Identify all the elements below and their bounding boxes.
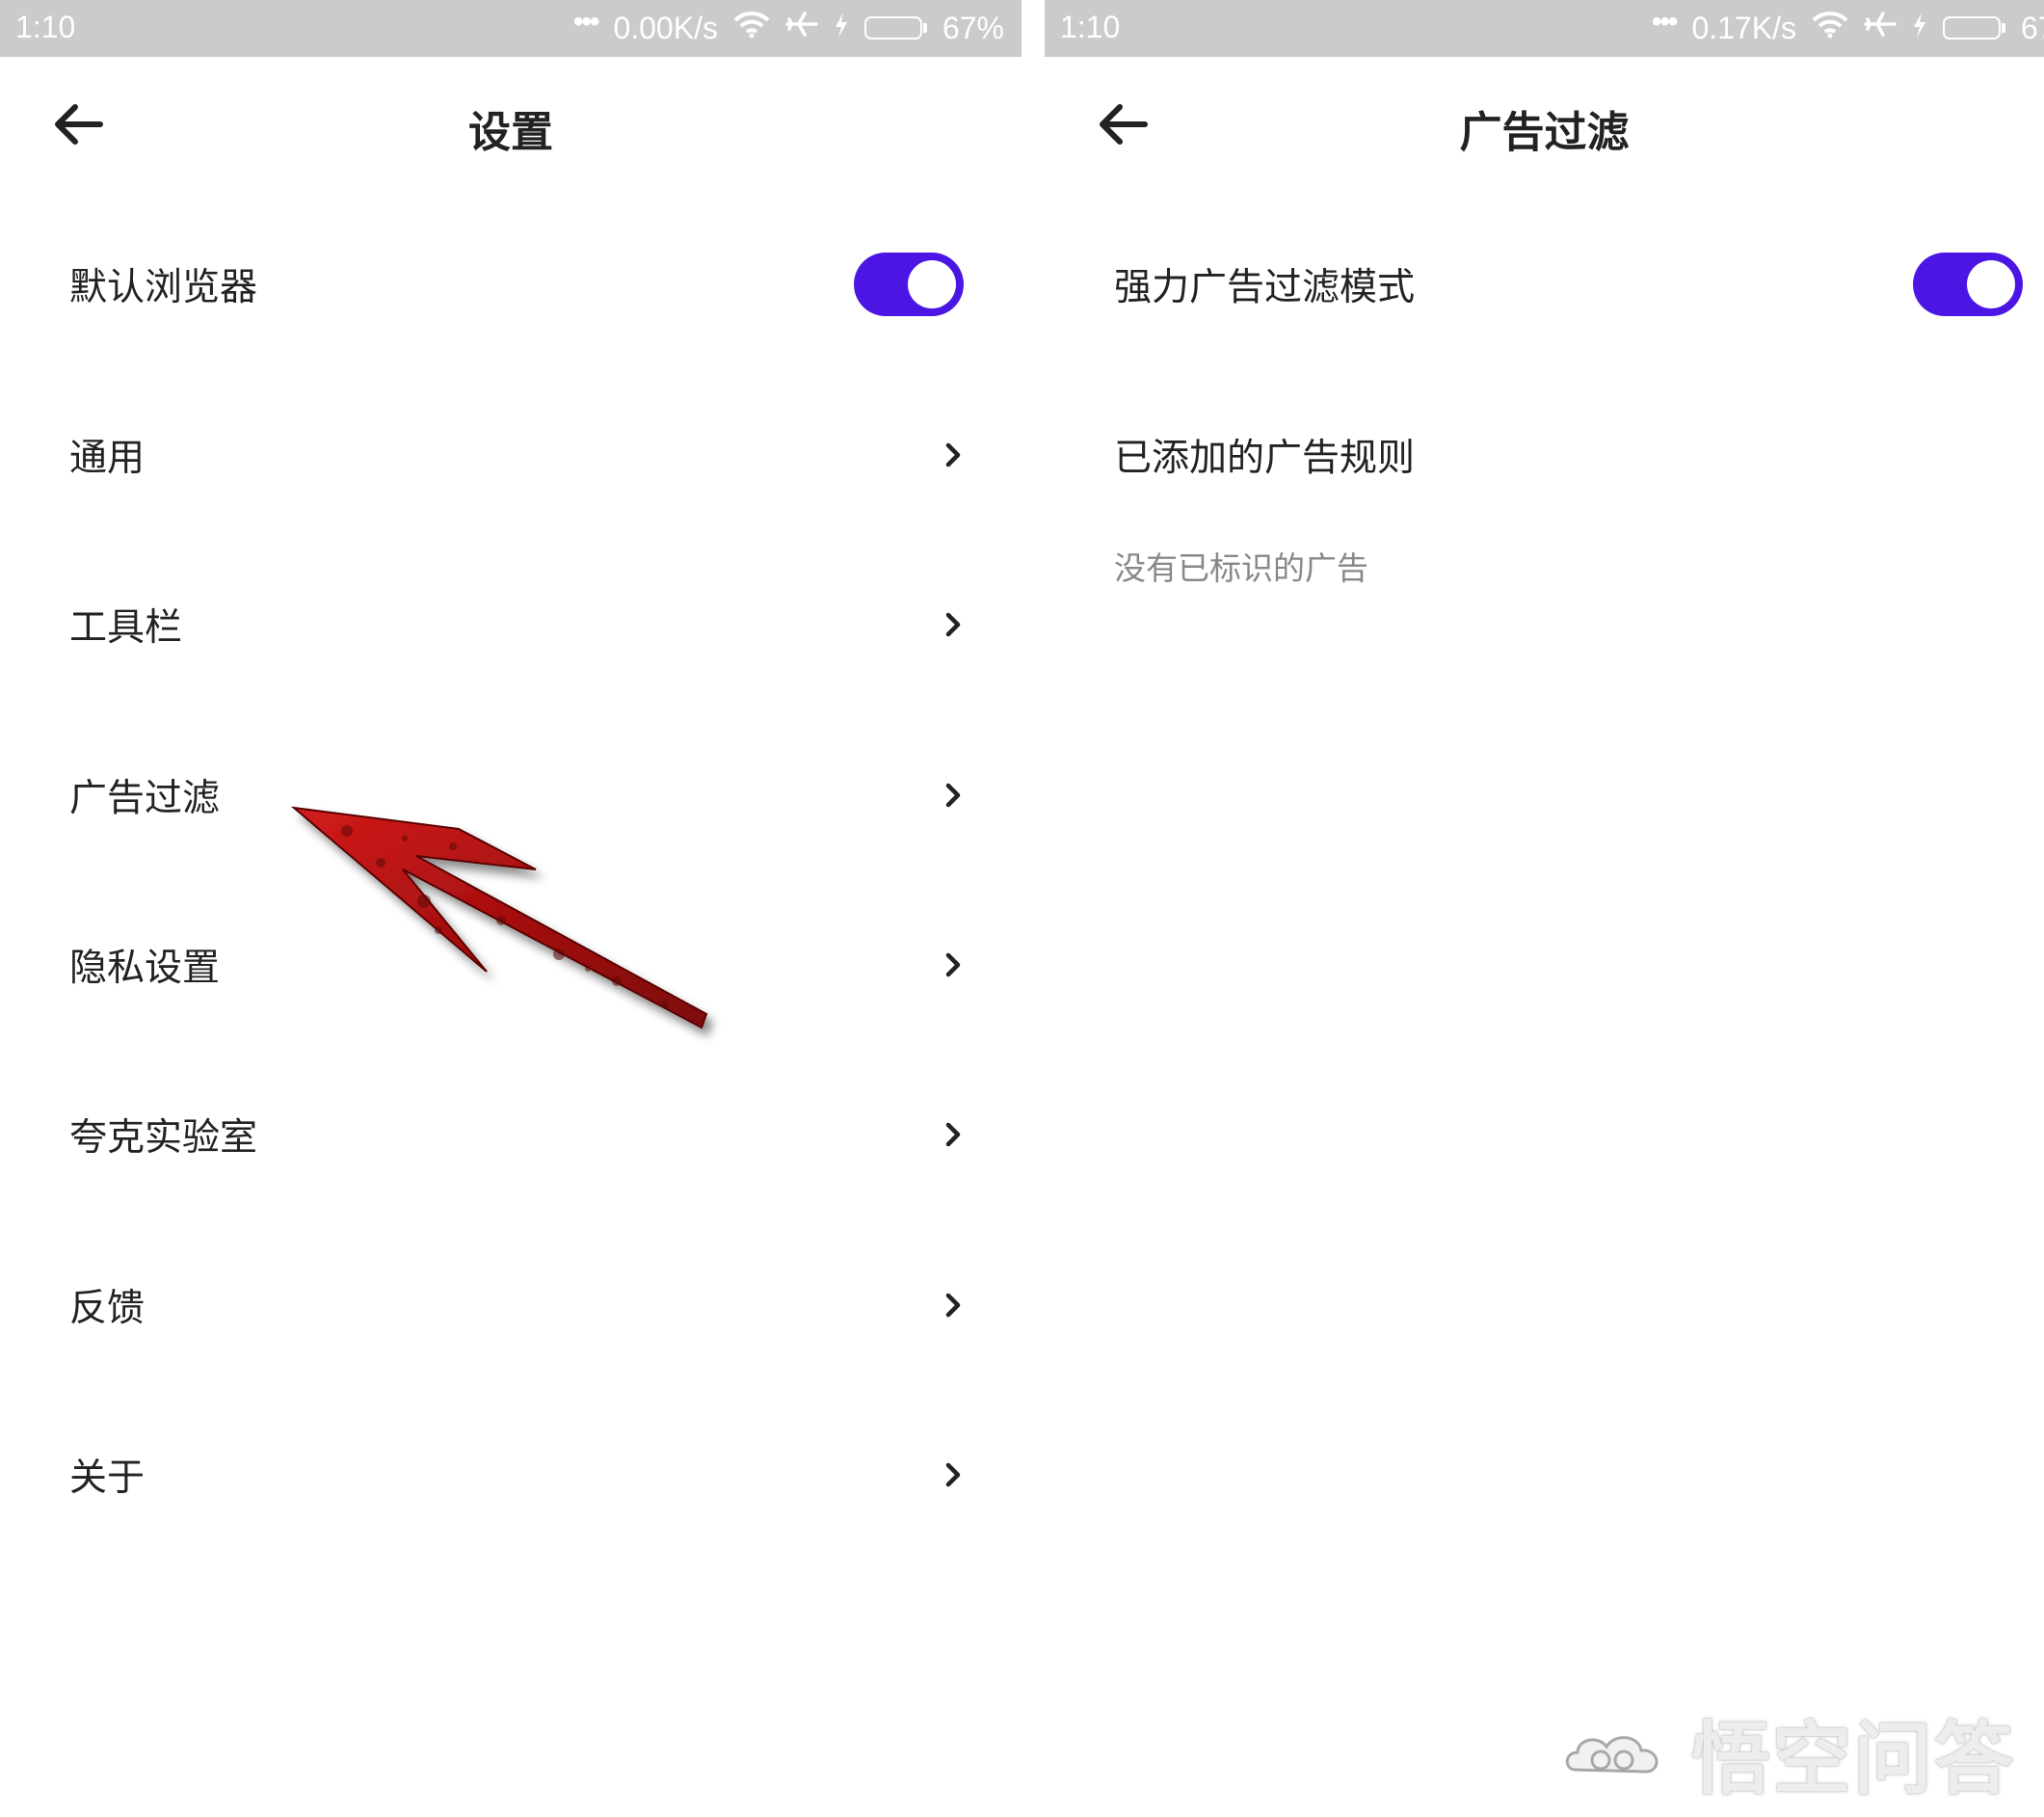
more-dots-icon: ••• [1651, 6, 1678, 38]
more-dots-icon: ••• [572, 6, 599, 38]
setting-toolbar[interactable]: 工具栏 [0, 552, 1022, 697]
status-indicators: ••• 0.17K/s 67% [1652, 6, 2044, 46]
setting-feedback[interactable]: 反馈 [0, 1233, 1022, 1377]
battery-percent: 67% [2020, 10, 2044, 45]
setting-label: 广告过滤 [69, 777, 221, 820]
network-speed: 0.17K/s [1691, 10, 1796, 45]
airplane-icon [1864, 10, 1897, 46]
charging-icon [834, 11, 849, 46]
setting-privacy[interactable]: 隐私设置 [0, 893, 1022, 1037]
setting-about[interactable]: 关于 [0, 1403, 1022, 1547]
setting-label: 夸克实验室 [69, 1116, 258, 1160]
chevron-right-icon [945, 1462, 961, 1487]
wukong-cloud-logo-icon [1565, 1735, 1659, 1774]
toggle-knob [1967, 260, 2015, 308]
ad-filter-screen: 1:10 ••• 0.17K/s 67% 广告过滤 强力广告过滤 [1045, 0, 2044, 1817]
status-bar: 1:10 ••• 0.17K/s 67% [1045, 0, 2044, 57]
wifi-icon [1812, 10, 1848, 46]
battery-icon [1942, 16, 2005, 40]
setting-strong-ad-filter[interactable]: 强力广告过滤模式 [1045, 212, 2044, 357]
chevron-right-icon [945, 952, 961, 977]
section-label: 已添加的广告规则 [1114, 437, 1416, 480]
airplane-icon [785, 10, 818, 46]
battery-icon [863, 16, 927, 40]
status-indicators: ••• 0.00K/s 67% [573, 6, 1004, 46]
setting-label: 工具栏 [69, 606, 183, 650]
header-bar: 设置 [0, 57, 1022, 200]
setting-general[interactable]: 通用 [0, 383, 1022, 527]
chevron-right-icon [945, 442, 961, 468]
charging-icon [1912, 11, 1927, 46]
setting-label: 关于 [69, 1456, 146, 1500]
setting-ad-filter[interactable]: 广告过滤 [0, 723, 1022, 868]
setting-label: 隐私设置 [69, 947, 221, 990]
setting-label: 通用 [69, 437, 146, 480]
default-browser-toggle[interactable] [854, 253, 964, 316]
status-bar: 1:10 ••• 0.00K/s 67% [0, 0, 1022, 57]
setting-quark-lab[interactable]: 夸克实验室 [0, 1062, 1022, 1207]
added-ad-rules[interactable]: 已添加的广告规则 [1045, 383, 2044, 527]
chevron-right-icon [945, 612, 961, 637]
toggle-knob [908, 260, 956, 308]
page-title: 设置 [468, 108, 553, 157]
setting-label: 默认浏览器 [69, 266, 258, 309]
wifi-icon [733, 10, 770, 46]
watermark-text: 悟空问答 [1690, 1714, 2015, 1805]
status-time: 1:10 [1060, 10, 1121, 44]
chevron-right-icon [945, 1293, 961, 1318]
setting-default-browser[interactable]: 默认浏览器 [0, 212, 1022, 357]
strong-ad-filter-toggle[interactable] [1913, 253, 2023, 316]
screen-divider [1022, 0, 1045, 1817]
network-speed: 0.00K/s [613, 10, 718, 45]
header-bar: 广告过滤 [1045, 57, 2044, 200]
battery-percent: 67% [942, 10, 1004, 45]
status-time: 1:10 [15, 10, 76, 44]
chevron-right-icon [945, 783, 961, 808]
setting-label: 强力广告过滤模式 [1114, 266, 1416, 309]
watermark: 悟空问答 [1562, 1695, 2015, 1809]
settings-screen: 1:10 ••• 0.00K/s 67% 设置 默认浏览器 通用 工具栏 广告过… [0, 0, 1022, 1817]
setting-label: 反馈 [69, 1287, 146, 1330]
empty-rules-text: 没有已标识的广告 [1114, 549, 1368, 587]
page-title: 广告过滤 [1459, 108, 1630, 157]
chevron-right-icon [945, 1122, 961, 1147]
